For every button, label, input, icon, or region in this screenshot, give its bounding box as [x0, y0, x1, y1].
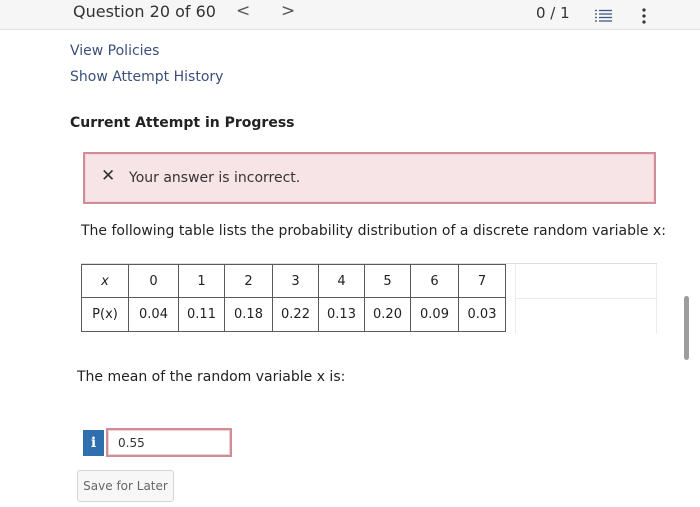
x-mark-icon: ✕ [101, 166, 116, 186]
p-cell: 0.20 [364, 297, 411, 332]
p-cell: 0.13 [318, 297, 365, 332]
incorrect-feedback-banner: ✕ Your answer is incorrect. [83, 152, 656, 204]
attempt-heading: Current Attempt in Progress [70, 115, 295, 131]
p-cell: 0.22 [272, 297, 319, 332]
show-attempt-history-link[interactable]: Show Attempt History [70, 69, 223, 85]
save-for-later-button[interactable]: Save for Later [77, 470, 174, 502]
x-row: x 0 1 2 3 4 5 6 7 [81, 264, 506, 298]
x-cell: 1 [178, 264, 225, 298]
view-policies-link[interactable]: View Policies [70, 43, 159, 59]
info-icon[interactable]: i [83, 430, 104, 456]
p-cell: 0.04 [128, 297, 179, 332]
probability-table: x 0 1 2 3 4 5 6 7 P(x) 0.04 0.11 0.18 0.… [81, 264, 506, 332]
x-cell: 4 [318, 264, 365, 298]
x-cell: 2 [224, 264, 273, 298]
top-bar: Question 20 of 60 < > 0 / 1 [0, 0, 700, 30]
answer-input[interactable] [106, 428, 232, 457]
question-list-icon[interactable] [595, 8, 613, 27]
next-question-button[interactable]: > [281, 1, 295, 21]
x-cell: 0 [128, 264, 179, 298]
scrollbar-thumb[interactable] [684, 296, 689, 360]
distribution-table-container: x 0 1 2 3 4 5 6 7 P(x) 0.04 0.11 0.18 0.… [81, 263, 658, 334]
p-cell: 0.18 [224, 297, 273, 332]
p-cell: 0.03 [458, 297, 506, 332]
kebab-menu-icon[interactable] [641, 8, 647, 28]
p-cell: 0.09 [410, 297, 459, 332]
x-cell: 6 [410, 264, 459, 298]
empty-table-column [515, 264, 658, 334]
question-prompt: The following table lists the probabilit… [81, 223, 666, 239]
px-row: P(x) 0.04 0.11 0.18 0.22 0.13 0.20 0.09 … [81, 297, 506, 332]
score-display: 0 / 1 [536, 4, 570, 22]
row-header-px: P(x) [81, 297, 129, 332]
feedback-message: Your answer is incorrect. [129, 170, 301, 186]
mean-question-prompt: The mean of the random variable x is: [77, 369, 346, 385]
x-cell: 5 [364, 264, 411, 298]
x-cell: 7 [458, 264, 506, 298]
p-cell: 0.11 [178, 297, 225, 332]
row-header-x: x [81, 264, 129, 298]
x-cell: 3 [272, 264, 319, 298]
previous-question-button[interactable]: < [236, 1, 250, 21]
question-counter: Question 20 of 60 [73, 2, 216, 21]
